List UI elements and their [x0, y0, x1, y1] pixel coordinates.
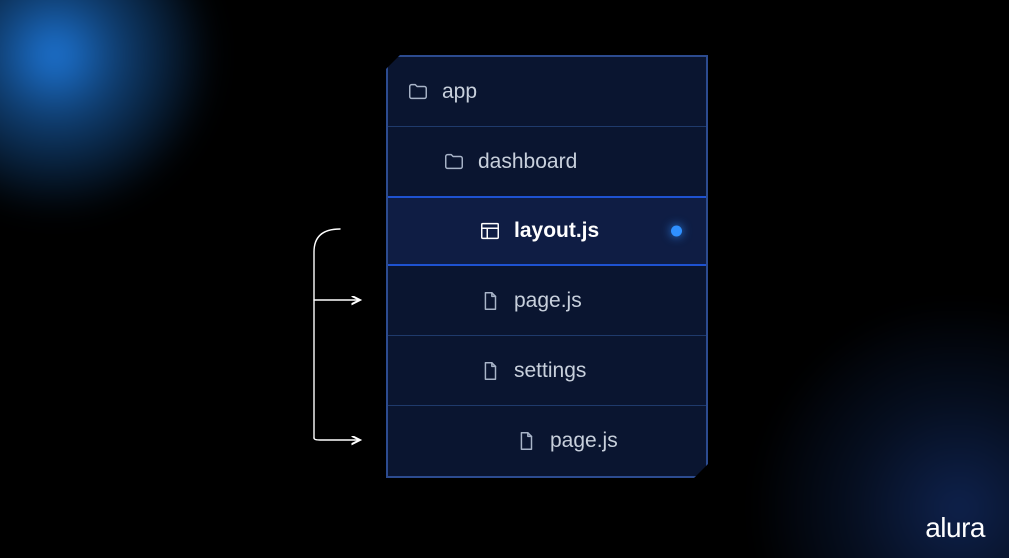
tree-label: dashboard — [478, 150, 577, 174]
file-icon — [478, 359, 502, 383]
tree-row-layout[interactable]: layout.js — [388, 196, 706, 266]
tree-row-dashboard[interactable]: dashboard — [388, 127, 706, 197]
brand-logo: alura — [925, 512, 985, 544]
file-icon — [514, 429, 538, 453]
tree-row-page[interactable]: page.js — [388, 266, 706, 336]
folder-icon — [406, 80, 430, 104]
glow-decoration-top — [0, 0, 230, 230]
tree-label: page.js — [514, 289, 582, 313]
tree-row-settings[interactable]: settings — [388, 336, 706, 406]
tree-label: app — [442, 80, 477, 104]
tree-row-app[interactable]: app — [388, 57, 706, 127]
file-icon — [478, 289, 502, 313]
folder-icon — [442, 150, 466, 174]
active-indicator-dot — [671, 226, 682, 237]
tree-label: page.js — [550, 429, 618, 453]
tree-row-settings-page[interactable]: page.js — [388, 406, 706, 476]
layout-icon — [478, 219, 502, 243]
file-tree-panel: app dashboard layout.js page.js settings… — [386, 55, 708, 478]
tree-label: layout.js — [514, 219, 599, 243]
tree-label: settings — [514, 359, 586, 383]
